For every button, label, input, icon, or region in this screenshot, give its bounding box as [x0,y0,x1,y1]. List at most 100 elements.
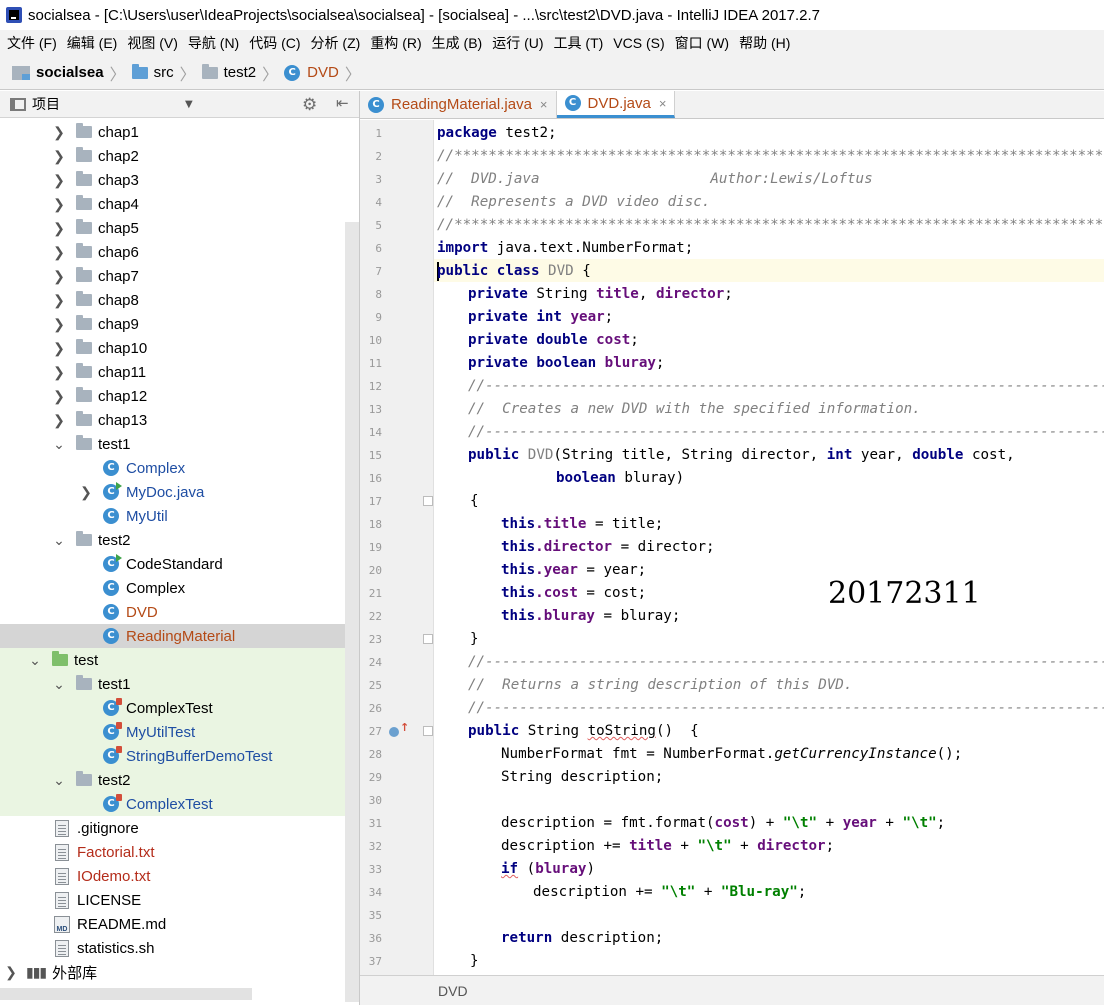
tree-item-factorial[interactable]: Factorial.txt [0,840,345,864]
tree-item-complex[interactable]: C Complex [0,456,345,480]
tree-item-chap11[interactable]: ❯ chap11 [0,360,345,384]
chevron-right-icon[interactable]: ❯ [77,484,95,501]
code-line: private double cost; [468,332,639,348]
tree-item-stringbufferdemotest[interactable]: C StringBufferDemoTest [0,744,345,768]
tree-item-chap13[interactable]: ❯ chap13 [0,408,345,432]
line-number: 15 [368,449,382,462]
chevron-right-icon[interactable]: ❯ [50,220,68,237]
chevron-down-icon[interactable]: ⌄ [50,676,68,693]
tree-item-iodemo[interactable]: IOdemo.txt [0,864,345,888]
fold-marker-icon[interactable] [423,726,433,736]
menu-view[interactable]: 视图 (V) [124,33,185,53]
menu-refactor[interactable]: 重构 (R) [367,33,428,53]
breadcrumb-project[interactable]: socialsea [12,64,104,81]
tree-item-myutiltest[interactable]: C MyUtilTest [0,720,345,744]
chevron-right-icon[interactable]: ❯ [50,268,68,285]
chevron-right-icon[interactable]: ❯ [50,388,68,405]
tree-item-gitignore[interactable]: .gitignore [0,816,345,840]
tree-item-chap8[interactable]: ❯ chap8 [0,288,345,312]
tree-item-dvd[interactable]: C DVD [0,600,345,624]
chevron-right-icon[interactable]: ❯ [50,292,68,309]
tree-item-complextest-2[interactable]: C ComplexTest [0,792,345,816]
menu-vcs[interactable]: VCS (S) [610,35,671,51]
menu-code[interactable]: 代码 (C) [246,33,307,53]
tree-item-chap9[interactable]: ❯ chap9 [0,312,345,336]
chevron-right-icon[interactable]: ❯ [50,124,68,141]
chevron-down-icon[interactable]: ⌄ [50,772,68,789]
chevron-down-icon[interactable]: ⌄ [50,532,68,549]
chevron-right-icon[interactable]: ❯ [50,196,68,213]
breadcrumb-package[interactable]: test2 [201,63,256,81]
menu-build[interactable]: 生成 (B) [429,33,490,53]
menu-window[interactable]: 窗口 (W) [672,33,736,53]
menu-help[interactable]: 帮助 (H) [736,33,797,53]
tree-item-test1[interactable]: ⌄ test1 [0,432,345,456]
project-panel-label[interactable]: 项目 [32,94,60,114]
tree-item-complextest[interactable]: C ComplexTest [0,696,345,720]
chevron-down-icon[interactable]: ⌄ [26,652,44,669]
tree-item-test2[interactable]: ⌄ test2 [0,528,345,552]
menu-navigate[interactable]: 导航 (N) [185,33,246,53]
tree-horizontal-scrollbar[interactable] [0,988,252,1000]
package-icon [76,195,92,210]
line-number: 8 [375,288,382,301]
menu-file[interactable]: 文件 (F) [4,33,64,53]
editor-gutter[interactable]: 1 2 3 4 5 6 7 8 9 10 11 12 13 14 15 16 1… [360,120,434,975]
tree-item-mydoc[interactable]: ❯ C MyDoc.java [0,480,345,504]
fold-marker-icon[interactable] [423,496,433,506]
tree-item-complex-2[interactable]: C Complex [0,576,345,600]
fold-marker-icon[interactable] [423,634,433,644]
tree-item-readme[interactable]: MD README.md [0,912,345,936]
chevron-right-icon[interactable]: ❯ [50,316,68,333]
breadcrumb-src[interactable]: src [131,63,174,81]
class-icon: C [284,64,301,81]
tree-item-test-root[interactable]: ⌄ test [0,648,345,672]
chevron-right-icon[interactable]: ❯ [50,244,68,261]
tree-item-chap2[interactable]: ❯ chap2 [0,144,345,168]
chevron-right-icon[interactable]: ❯ [50,412,68,429]
tree-scrollbar[interactable] [345,222,359,1002]
editor-breadcrumb-item[interactable]: DVD [438,983,468,999]
tab-readingmaterial[interactable]: C ReadingMaterial.java × [360,91,557,118]
close-icon[interactable]: × [659,96,667,111]
tab-dvd[interactable]: C DVD.java × [556,91,676,118]
tree-item-readingmaterial[interactable]: C ReadingMaterial [0,624,359,648]
menu-edit[interactable]: 编辑 (E) [64,33,125,53]
tree-item-statistics[interactable]: statistics.sh [0,936,345,960]
hide-panel-icon[interactable]: ⇤ [336,94,349,112]
tree-item-myutil[interactable]: C MyUtil [0,504,345,528]
tree-item-test-test2[interactable]: ⌄ test2 [0,768,345,792]
tree-item-external-libraries[interactable]: ❯ ▮▮▮ 外部库 [0,960,345,984]
line-number: 17 [368,495,382,508]
chevron-right-icon[interactable]: ❯ [2,964,20,981]
chevron-right-icon[interactable]: ❯ [50,172,68,189]
menu-run[interactable]: 运行 (U) [489,33,550,53]
tree-item-chap10[interactable]: ❯ chap10 [0,336,345,360]
tree-item-chap6[interactable]: ❯ chap6 [0,240,345,264]
override-method-icon[interactable] [389,721,409,737]
code-line: } [470,631,479,647]
gear-icon[interactable]: ⚙ [302,95,317,115]
line-number: 32 [368,840,382,853]
chevron-down-icon[interactable]: ▼ [185,99,193,110]
tree-item-chap5[interactable]: ❯ chap5 [0,216,345,240]
menu-analyze[interactable]: 分析 (Z) [308,33,368,53]
tree-item-chap7[interactable]: ❯ chap7 [0,264,345,288]
chevron-right-icon[interactable]: ❯ [50,340,68,357]
chevron-right-icon[interactable]: ❯ [50,364,68,381]
tree-item-license[interactable]: LICENSE [0,888,345,912]
tree-item-codestandard[interactable]: C CodeStandard [0,552,345,576]
close-icon[interactable]: × [540,97,548,112]
tree-item-test-test1[interactable]: ⌄ test1 [0,672,345,696]
code-line: if (bluray) [501,861,595,877]
tree-item-chap1[interactable]: ❯ chap1 [0,120,345,144]
menu-tools[interactable]: 工具 (T) [551,33,611,53]
chevron-right-icon[interactable]: ❯ [50,148,68,165]
code-editor[interactable]: 1 2 3 4 5 6 7 8 9 10 11 12 13 14 15 16 1… [360,120,1104,975]
tree-item-chap4[interactable]: ❯ chap4 [0,192,345,216]
breadcrumb-file[interactable]: C DVD [284,64,339,81]
tree-item-chap3[interactable]: ❯ chap3 [0,168,345,192]
line-number: 20 [368,564,382,577]
chevron-down-icon[interactable]: ⌄ [50,436,68,453]
tree-item-chap12[interactable]: ❯ chap12 [0,384,345,408]
